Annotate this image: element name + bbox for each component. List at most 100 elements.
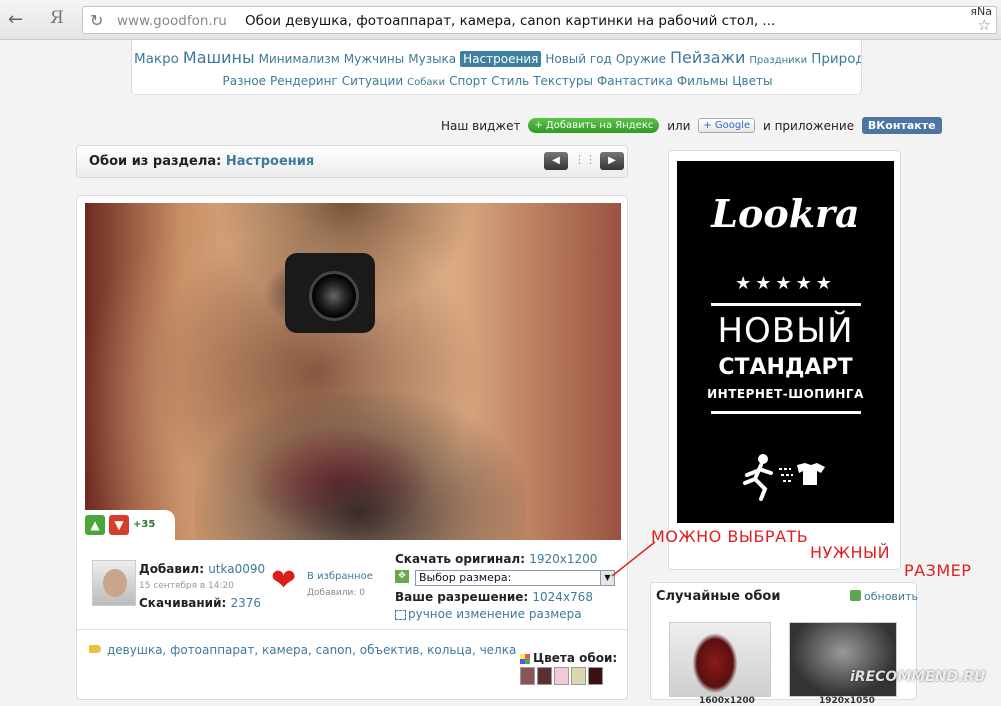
runner-icon bbox=[743, 454, 825, 501]
random-title: Случайные обои bbox=[656, 589, 781, 604]
category-tag[interactable]: Мужчины bbox=[344, 52, 404, 66]
thumb-1-caption: 1600x1200 bbox=[699, 696, 755, 706]
category-tag[interactable]: Рендеринг bbox=[270, 74, 338, 88]
refresh-icon[interactable] bbox=[850, 590, 861, 601]
category-tag[interactable]: Машины bbox=[183, 48, 255, 67]
category-tag[interactable]: Праздники bbox=[749, 55, 807, 66]
address-bar[interactable]: ↻ www.goodfon.ru Обои девушка, фотоаппар… bbox=[82, 5, 997, 34]
avatar[interactable] bbox=[92, 560, 136, 606]
category-tag[interactable]: Спорт bbox=[449, 74, 487, 88]
back-button[interactable]: ← bbox=[8, 10, 28, 30]
tag-row-1: Макро Машины Минимализм Мужчины Музыка Настро… bbox=[132, 48, 861, 67]
your-resolution-link[interactable]: 1024x768 bbox=[532, 590, 593, 604]
photo-camera bbox=[285, 253, 375, 333]
wallpaper-panel: ▲ ▼ +35 Добавил: utka0090 15 сентября в … bbox=[76, 195, 628, 700]
ad-divider-bottom bbox=[711, 411, 861, 414]
category-tag-cloud: Макро Машины Минимализм Мужчины Музыка Настро… bbox=[131, 40, 862, 95]
ad-divider-top bbox=[711, 303, 861, 306]
wallpaper-tags[interactable]: девушка, фотоаппарат, камера, canon, объ… bbox=[107, 643, 516, 657]
downloads-label: Скачиваний: bbox=[139, 596, 227, 610]
thumbs-down-icon[interactable]: ▼ bbox=[109, 515, 129, 535]
category-tag[interactable]: Пейзажи bbox=[670, 48, 745, 67]
ad-line-1: НОВЫЙ bbox=[717, 311, 854, 351]
added-date: 15 сентября в 14:20 bbox=[139, 581, 234, 591]
color-swatch[interactable] bbox=[571, 667, 586, 685]
category-tag[interactable]: Музыка bbox=[408, 52, 456, 66]
heart-icon[interactable]: ❤ bbox=[271, 566, 296, 596]
category-tag[interactable]: Собаки bbox=[407, 77, 445, 88]
url-host: www.goodfon.ru bbox=[117, 13, 227, 29]
section-link[interactable]: Настроения bbox=[226, 154, 314, 169]
ad-logo: Lookra bbox=[711, 191, 860, 236]
crop-icon bbox=[395, 609, 406, 620]
ad-banner[interactable]: Lookra ★★★★★ НОВЫЙ СТАНДАРТ ИНТЕРНЕТ-ШОП… bbox=[668, 150, 901, 570]
manual-resize-link[interactable]: ручное изменение размера bbox=[395, 607, 582, 621]
downloads: Скачиваний: 2376 bbox=[139, 596, 261, 610]
color-swatch[interactable] bbox=[554, 667, 569, 685]
vote-count: +35 bbox=[133, 519, 156, 530]
refresh-link[interactable]: обновить bbox=[864, 590, 918, 603]
random-thumb-1[interactable] bbox=[669, 622, 771, 697]
vkontakte-button[interactable]: ВКонтакте bbox=[861, 117, 942, 134]
category-tag[interactable]: Природа bbox=[811, 51, 861, 67]
browser-toolbar: ← Я ↻ www.goodfon.ru Обои девушка, фотоа… bbox=[0, 0, 1001, 40]
added-label: Добавил: bbox=[139, 562, 204, 576]
category-tag[interactable]: Фантастика bbox=[597, 74, 673, 88]
annotation-line-2: НУЖНЫЙ bbox=[810, 543, 891, 562]
random-thumb-2[interactable] bbox=[789, 622, 897, 697]
category-tag[interactable]: Разное bbox=[223, 74, 267, 88]
thumb-2-caption: 1920x1050 bbox=[819, 696, 875, 706]
orig-label: Скачать оригинал: bbox=[395, 552, 526, 566]
category-tag[interactable]: Стиль bbox=[491, 74, 529, 88]
category-tag[interactable]: Ситуации bbox=[342, 74, 403, 88]
category-tag[interactable]: Фильмы bbox=[677, 74, 728, 88]
size-select[interactable]: Выбор размера: ▼ bbox=[415, 570, 615, 586]
widget-line: Наш виджет + Добавить на Яндекс или + Go… bbox=[441, 117, 942, 137]
category-tag[interactable]: Настроения bbox=[460, 51, 542, 67]
ad-stars: ★★★★★ bbox=[735, 273, 836, 294]
category-tag[interactable]: Минимализм bbox=[259, 52, 340, 66]
bookmark-star-icon[interactable]: ☆ bbox=[978, 16, 991, 34]
color-swatch[interactable] bbox=[520, 667, 535, 685]
section-prefix: Обои из раздела: bbox=[89, 154, 222, 169]
divider bbox=[77, 629, 627, 630]
category-tag[interactable]: Цветы bbox=[732, 74, 772, 88]
tag-icon bbox=[89, 645, 101, 653]
add-to-yandex-button[interactable]: + Добавить на Яндекс bbox=[528, 118, 660, 133]
page-title: Обои девушка, фотоаппарат, камера, canon… bbox=[245, 13, 776, 29]
annotation-arrow bbox=[611, 541, 656, 577]
ad-line-3: ИНТЕРНЕТ-ШОПИНГА bbox=[707, 387, 864, 401]
your-res-label: Ваше разрешение: bbox=[395, 590, 529, 604]
ad-content[interactable]: Lookra ★★★★★ НОВЫЙ СТАНДАРТ ИНТЕРНЕТ-ШОП… bbox=[677, 161, 894, 523]
annotation-line-3: РАЗМЕР bbox=[904, 561, 972, 580]
category-tag[interactable]: Оружие bbox=[616, 52, 666, 66]
widget-app: и приложение bbox=[762, 118, 855, 133]
category-tag[interactable]: Текстуры bbox=[533, 74, 593, 88]
triangle-right-icon: ▶ bbox=[608, 155, 616, 166]
size-select-value: Выбор размера: bbox=[419, 571, 512, 584]
yandex-logo[interactable]: Я bbox=[50, 8, 64, 28]
prev-wallpaper-button[interactable]: ◀ bbox=[544, 152, 568, 170]
add-to-favorites-link[interactable]: В избранное bbox=[307, 571, 373, 582]
grid-icon[interactable]: ⋮⋮ bbox=[574, 153, 596, 166]
category-tag[interactable]: Новый год bbox=[545, 52, 611, 66]
orig-resolution-link[interactable]: 1920x1200 bbox=[529, 552, 597, 566]
section-header: Обои из раздела: Настроения ◀ ⋮⋮ ▶ bbox=[76, 145, 628, 178]
wallpaper-image[interactable] bbox=[85, 203, 621, 540]
your-resolution: Ваше разрешение: 1024x768 bbox=[395, 590, 593, 604]
category-tag[interactable]: Макро bbox=[134, 51, 179, 67]
arrow-left-icon: ← bbox=[8, 9, 24, 30]
reload-icon[interactable]: ↻ bbox=[90, 11, 103, 30]
colors-label: Цвета обои: bbox=[533, 651, 618, 665]
next-wallpaper-button[interactable]: ▶ bbox=[600, 152, 624, 170]
ad-line-2: СТАНДАРТ bbox=[718, 355, 853, 380]
section-title: Обои из раздела: Настроения bbox=[89, 154, 314, 169]
added-user-link[interactable]: utka0090 bbox=[208, 562, 265, 576]
color-swatch[interactable] bbox=[588, 667, 603, 685]
watermark: iRECOMMEND.RU bbox=[850, 669, 986, 685]
downloads-count: 2376 bbox=[230, 596, 262, 610]
color-swatch[interactable] bbox=[537, 667, 552, 685]
add-to-google-button[interactable]: + Google bbox=[698, 118, 756, 133]
favorites-count: Добавили: 0 bbox=[307, 588, 365, 598]
thumbs-up-icon[interactable]: ▲ bbox=[85, 515, 105, 535]
